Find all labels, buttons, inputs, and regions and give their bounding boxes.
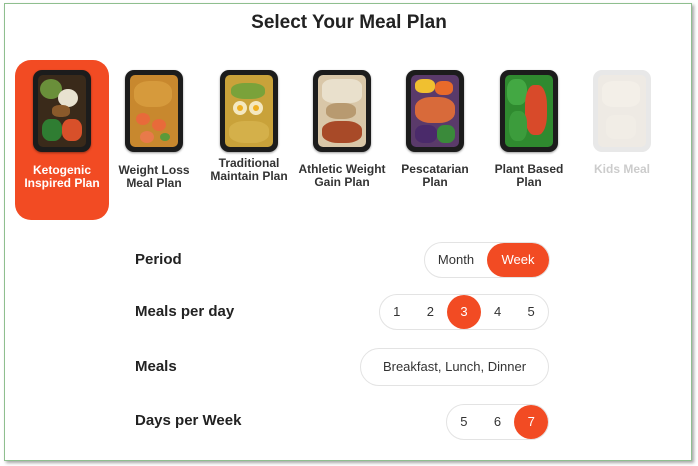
plan-label: Traditional Maintain Plan xyxy=(210,156,288,183)
shrimp-rice-tray-icon xyxy=(125,70,183,152)
period-toggle: Month Week xyxy=(424,242,550,278)
plan-athletic[interactable]: Athletic Weight Gain Plan xyxy=(295,60,389,220)
keto-meal-tray-icon xyxy=(33,70,91,152)
period-label: Period xyxy=(135,251,182,268)
chicken-beans-tray-icon xyxy=(313,70,371,152)
plan-traditional[interactable]: Traditional Maintain Plan xyxy=(202,60,296,220)
meals-per-day-option-4[interactable]: 4 xyxy=(481,295,515,329)
meals-label: Meals xyxy=(135,358,177,375)
plan-ketogenic[interactable]: Ketogenic Inspired Plan xyxy=(15,60,109,220)
days-per-week-option-7[interactable]: 7 xyxy=(514,405,549,439)
plan-label: Weight Loss Meal Plan xyxy=(118,163,190,190)
plan-label: Pescatarian Plan xyxy=(401,162,469,189)
meal-plan-selector: Ketogenic Inspired Plan Weight Loss Meal… xyxy=(0,0,698,230)
egg-rice-tray-icon xyxy=(220,70,278,152)
kids-meal-tray-icon xyxy=(593,70,651,152)
meals-per-day-label: Meals per day xyxy=(135,303,235,320)
plan-kids-meal: Kids Meal xyxy=(575,60,669,220)
meals-per-day-selector: 1 2 3 4 5 xyxy=(379,294,549,330)
plan-plant-based[interactable]: Plant Based Plan xyxy=(482,60,576,220)
period-option-month[interactable]: Month xyxy=(425,243,487,277)
plan-label: Plant Based Plan xyxy=(494,162,564,189)
days-per-week-label: Days per Week xyxy=(135,412,242,429)
days-per-week-selector: 5 6 7 xyxy=(446,404,549,440)
fish-veggie-tray-icon xyxy=(406,70,464,152)
period-option-week[interactable]: Week xyxy=(487,243,549,277)
plan-pescatarian[interactable]: Pescatarian Plan xyxy=(388,60,482,220)
meals-per-day-option-5[interactable]: 5 xyxy=(514,295,548,329)
plan-weight-loss[interactable]: Weight Loss Meal Plan xyxy=(107,60,201,220)
meals-per-day-option-3[interactable]: 3 xyxy=(447,295,481,329)
plan-label: Ketogenic Inspired Plan xyxy=(24,163,100,190)
days-per-week-option-5[interactable]: 5 xyxy=(447,405,481,439)
meals-per-day-option-2[interactable]: 2 xyxy=(414,295,448,329)
meals-selector[interactable]: Breakfast, Lunch, Dinner xyxy=(360,348,549,386)
salad-tray-icon xyxy=(500,70,558,152)
meals-per-day-option-1[interactable]: 1 xyxy=(380,295,414,329)
plan-label: Athletic Weight Gain Plan xyxy=(298,162,386,189)
meals-value: Breakfast, Lunch, Dinner xyxy=(382,359,527,374)
plan-label: Kids Meal xyxy=(593,162,650,176)
days-per-week-option-6[interactable]: 6 xyxy=(481,405,515,439)
